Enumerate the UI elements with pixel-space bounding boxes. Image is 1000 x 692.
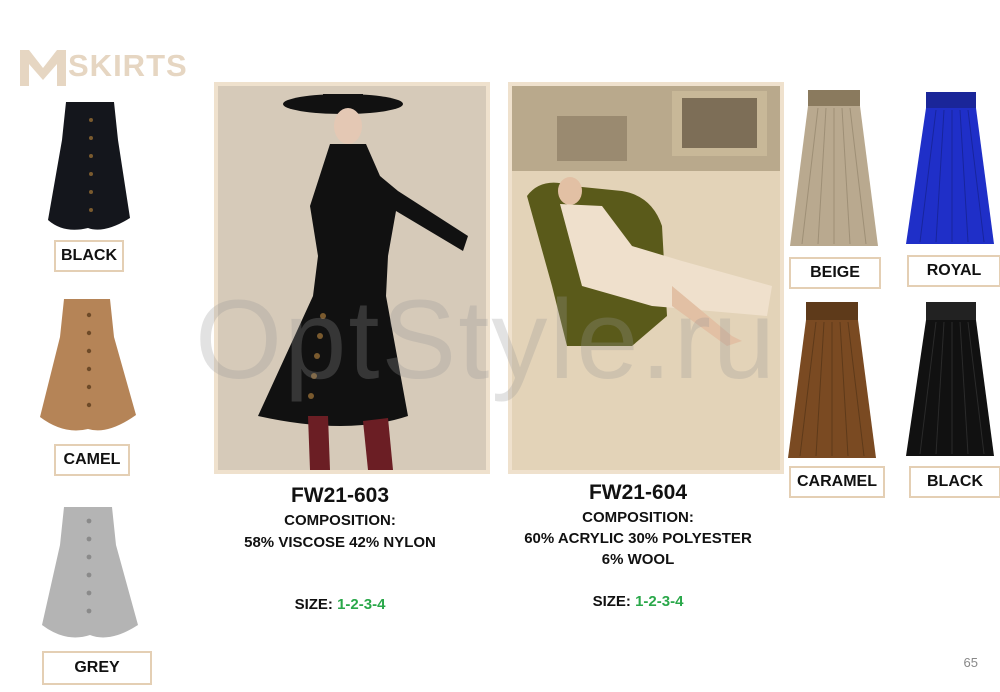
model-photo-604	[508, 82, 784, 474]
size-603: SIZE: 1-2-3-4	[270, 596, 410, 613]
size-label-603: SIZE:	[294, 596, 333, 613]
section-title: SKIRTS	[68, 48, 188, 83]
color-label-black: BLACK	[54, 240, 124, 272]
color-label-caramel: CARAMEL	[789, 466, 885, 498]
color-label-camel: CAMEL	[54, 444, 130, 476]
model-code-604: FW21-604	[588, 481, 688, 504]
color-label-grey: GREY	[42, 651, 152, 685]
skirt-black-pleated-image	[906, 302, 994, 456]
model-code-603: FW21-603	[290, 484, 390, 507]
skirt-beige-image	[790, 90, 878, 246]
color-label-black-right: BLACK	[909, 466, 1000, 498]
skirt-grey-image	[42, 507, 138, 638]
composition-604-line1: 60% ACRYLIC 30% POLYESTER	[524, 530, 752, 547]
size-604: SIZE: 1-2-3-4	[568, 593, 708, 610]
model-603-figure	[218, 86, 486, 470]
page-number: 65	[963, 655, 978, 670]
skirt-caramel-image	[788, 302, 876, 458]
skirt-royal-image	[906, 92, 994, 244]
model-photo-603	[214, 82, 490, 474]
color-label-royal: ROYAL	[907, 255, 1000, 287]
size-value-604: 1-2-3-4	[635, 593, 684, 610]
composition-label-603: COMPOSITION:	[284, 512, 396, 529]
composition-604-line2: 6% WOOL	[601, 551, 675, 568]
composition-603: 58% VISCOSE 42% NYLON	[244, 534, 436, 551]
composition-label-604: COMPOSITION:	[582, 509, 694, 526]
skirt-black-image	[48, 102, 130, 230]
color-label-beige: BEIGE	[789, 257, 881, 289]
skirt-camel-image	[40, 299, 136, 431]
size-label-604: SIZE:	[592, 593, 631, 610]
model-604-figure	[512, 86, 780, 470]
brand-logo-icon	[20, 50, 66, 86]
size-value-603: 1-2-3-4	[337, 596, 386, 613]
